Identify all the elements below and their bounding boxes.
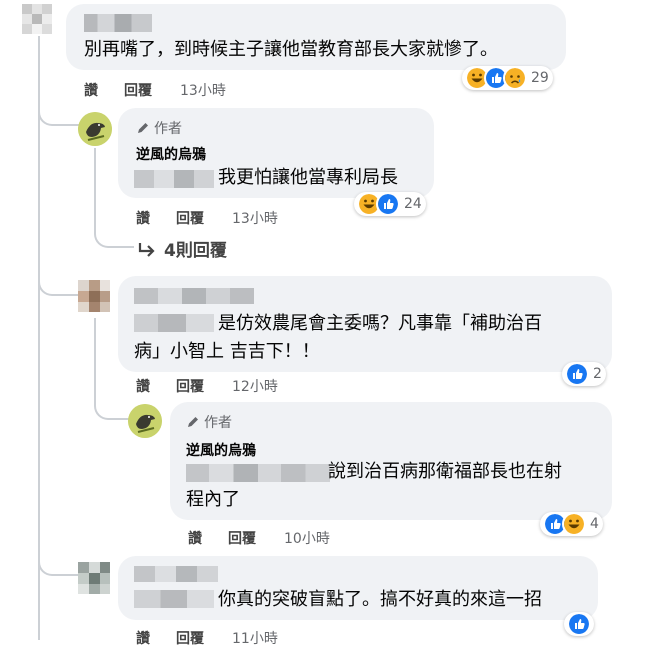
- avatar-commenter-3[interactable]: [78, 562, 110, 594]
- reaction-summary-3[interactable]: 2: [562, 362, 606, 386]
- reply-text-line-1: 說到治百病那衛福部長也在射: [328, 461, 562, 482]
- commenter-name-blurred[interactable]: [84, 14, 152, 32]
- reaction-summary-5[interactable]: [564, 612, 594, 636]
- timestamp[interactable]: 11小時: [232, 628, 278, 648]
- reaction-summary-4[interactable]: 4: [540, 512, 603, 536]
- comment-text-line-2: 病」小智上 吉吉下！！: [134, 341, 320, 362]
- reply-text: 我更怕讓他當專利局長: [218, 167, 398, 188]
- author-badge: 作者: [136, 118, 182, 138]
- commenter-name-blurred[interactable]: [134, 288, 254, 304]
- reply-button[interactable]: 回覆: [228, 528, 284, 548]
- mention-blurred[interactable]: [134, 590, 214, 608]
- comment-actions-5: 讚 回覆 11小時: [136, 628, 278, 648]
- pencil-icon: [188, 417, 198, 427]
- reaction-summary-2[interactable]: 24: [354, 192, 426, 216]
- sad-icon: [503, 66, 527, 90]
- comment-text-line-1: 是仿效農尾會主委嗎？凡事靠「補助治百: [218, 313, 542, 334]
- author-name[interactable]: 逆風的烏鴉: [136, 144, 206, 164]
- haha-icon: [562, 512, 586, 536]
- comment-actions-4: 讚 回覆 10小時: [188, 528, 330, 548]
- timestamp[interactable]: 13小時: [232, 208, 278, 228]
- reply-text-line-2: 程內了: [186, 489, 240, 510]
- avatar-author[interactable]: [78, 112, 112, 146]
- comment-bubble-3: 你真的突破盲點了。搞不好真的來這一招: [118, 556, 598, 620]
- reply-button[interactable]: 回覆: [176, 208, 232, 228]
- reply-bubble-2: 作者 逆風的烏鴉 說到治百病那衛福部長也在射 程內了: [170, 402, 612, 520]
- like-icon: [376, 192, 400, 216]
- like-button[interactable]: 讚: [136, 376, 176, 396]
- reaction-count: 24: [404, 196, 422, 212]
- like-button[interactable]: 讚: [136, 208, 176, 228]
- comment-actions-1: 讚 回覆 13小時: [84, 80, 226, 100]
- reaction-count: 29: [531, 70, 549, 86]
- view-more-replies-link[interactable]: 4則回覆: [138, 236, 227, 261]
- mention-blurred[interactable]: [134, 314, 214, 332]
- author-badge: 作者: [186, 412, 232, 432]
- avatar-commenter-1[interactable]: [22, 4, 52, 34]
- timestamp[interactable]: 10小時: [284, 528, 330, 548]
- author-label: 作者: [204, 415, 232, 431]
- timestamp[interactable]: 13小時: [180, 80, 226, 100]
- crow-icon: [128, 404, 162, 438]
- reply-button[interactable]: 回覆: [176, 376, 232, 396]
- reaction-count: 2: [593, 366, 602, 382]
- like-icon: [565, 362, 589, 386]
- reply-arrow-icon: [138, 242, 155, 257]
- reply-bubble-1: 作者 逆風的烏鴉 我更怕讓他當專利局長: [118, 108, 434, 198]
- author-name[interactable]: 逆風的烏鴉: [186, 440, 256, 460]
- thread-line-branch-1: [38, 96, 84, 126]
- reaction-summary-1[interactable]: 29: [462, 66, 553, 90]
- comment-text: 你真的突破盲點了。搞不好真的來這一招: [218, 589, 542, 610]
- like-icon: [567, 612, 591, 636]
- more-replies-label: 4則回覆: [164, 241, 227, 261]
- like-button[interactable]: 讚: [136, 628, 176, 648]
- like-button[interactable]: 讚: [188, 528, 228, 548]
- comment-bubble-1: 別再嘴了，到時候主子讓他當教育部長大家就慘了。: [66, 4, 566, 70]
- mention-blurred[interactable]: [186, 464, 330, 482]
- reply-button[interactable]: 回覆: [176, 628, 232, 648]
- avatar-commenter-2[interactable]: [78, 280, 110, 312]
- like-button[interactable]: 讚: [84, 80, 124, 100]
- timestamp[interactable]: 12小時: [232, 376, 278, 396]
- crow-icon: [78, 112, 112, 146]
- reply-button[interactable]: 回覆: [124, 80, 180, 100]
- commenter-name-blurred[interactable]: [134, 566, 218, 582]
- author-label: 作者: [154, 121, 182, 137]
- comment-actions-3: 讚 回覆 12小時: [136, 376, 278, 396]
- avatar-author[interactable]: [128, 404, 162, 438]
- comment-actions-2: 讚 回覆 13小時: [136, 208, 278, 228]
- comment-text: 別再嘴了，到時候主子讓他當教育部長大家就慘了。: [84, 39, 498, 60]
- comment-bubble-2: 是仿效農尾會主委嗎？凡事靠「補助治百 病」小智上 吉吉下！！: [118, 276, 612, 372]
- pencil-icon: [138, 123, 148, 133]
- mention-blurred[interactable]: [134, 170, 214, 188]
- reaction-count: 4: [590, 516, 599, 532]
